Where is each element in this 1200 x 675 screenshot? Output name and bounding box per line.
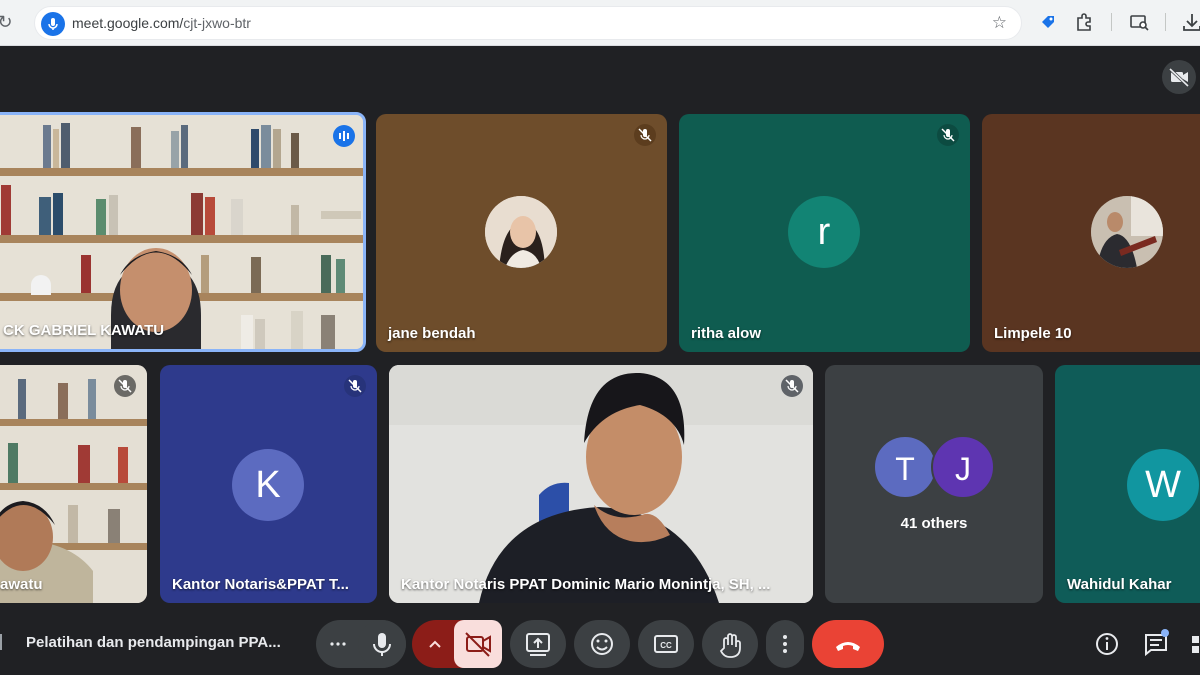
- chevron-up-icon: [429, 640, 441, 648]
- microphone-button[interactable]: [358, 620, 406, 668]
- camera-toggle-button[interactable]: [454, 620, 502, 668]
- meeting-details-button[interactable]: [1091, 628, 1123, 660]
- activities-button[interactable]: [1186, 628, 1200, 660]
- download-icon[interactable]: [1180, 10, 1200, 34]
- meeting-title: Pelatihan dan pendampingan PPA...: [26, 634, 281, 651]
- present-screen-button[interactable]: [510, 620, 566, 668]
- participant-tile-video[interactable]: Kantor Notaris PPAT Dominic Mario Monint…: [389, 365, 813, 603]
- participant-tile[interactable]: Limpele 10: [982, 114, 1200, 352]
- address-bar[interactable]: meet.google.com/cjt-jxwo-btr ☆: [34, 6, 1022, 40]
- muted-mic-icon: [114, 375, 136, 397]
- leave-call-button[interactable]: [812, 620, 884, 668]
- emoji-icon: [591, 633, 613, 655]
- meeting-stage: CK GABRIEL KAWATU jane bendah r ritha al…: [0, 46, 1200, 675]
- more-options-button[interactable]: [766, 620, 804, 668]
- closed-captions-icon: CC: [654, 635, 678, 653]
- reactions-button[interactable]: [574, 620, 630, 668]
- video-options-button[interactable]: [412, 620, 456, 668]
- participant-tile[interactable]: jane bendah: [376, 114, 667, 352]
- speaking-indicator-icon: [333, 125, 355, 147]
- chat-icon: [1145, 629, 1169, 657]
- self-camera-off-icon[interactable]: [1162, 60, 1196, 94]
- extensions-puzzle-icon[interactable]: [1073, 10, 1097, 34]
- activities-icon: [1192, 636, 1199, 653]
- info-icon: [1096, 633, 1118, 655]
- title-divider: [0, 634, 2, 650]
- bookshelf-video-frame: [0, 115, 363, 349]
- participant-name: jane bendah: [388, 325, 476, 342]
- avatar: [485, 196, 557, 268]
- camera-group: [412, 620, 502, 668]
- participant-tile-video[interactable]: CK GABRIEL KAWATU: [0, 112, 366, 352]
- chat-button[interactable]: [1140, 628, 1172, 660]
- others-group-tile[interactable]: T J 41 others: [825, 365, 1043, 603]
- svg-text:CC: CC: [660, 641, 672, 650]
- url-text: meet.google.com/cjt-jxwo-btr: [72, 15, 251, 31]
- participant-name: ritha alow: [691, 325, 762, 342]
- hand-icon: [719, 633, 741, 658]
- muted-mic-icon: [937, 124, 959, 146]
- url-host: meet.google.com/: [72, 15, 184, 31]
- camera-off-icon: [465, 632, 491, 657]
- bookmark-star-icon[interactable]: ☆: [992, 13, 1007, 33]
- avatar: J: [931, 435, 995, 499]
- audio-options-button[interactable]: [316, 620, 360, 668]
- cast-search-icon[interactable]: [1127, 10, 1151, 34]
- participant-video-frame: [389, 365, 813, 603]
- avatar: K: [232, 449, 304, 521]
- participant-name: Kantor Notaris&PPAT T...: [172, 576, 349, 593]
- microphone-group: [316, 620, 406, 668]
- reload-icon[interactable]: ↻: [0, 11, 16, 33]
- participant-name: CK GABRIEL KAWATU: [3, 322, 165, 339]
- avatar: W: [1127, 449, 1199, 521]
- others-count-label: 41 others: [900, 515, 968, 532]
- muted-mic-icon: [781, 375, 803, 397]
- more-vert-icon: [783, 635, 787, 653]
- microphone-icon: [373, 633, 391, 656]
- avatar: r: [788, 196, 860, 268]
- url-path: cjt-jxwo-btr: [183, 15, 251, 31]
- participant-name: Wahidul Kahar: [1067, 576, 1172, 593]
- captions-button[interactable]: CC: [638, 620, 694, 668]
- participant-tile[interactable]: W Wahidul Kahar: [1055, 365, 1200, 603]
- tag-extension-icon[interactable]: [1036, 10, 1060, 34]
- participant-tile[interactable]: r ritha alow: [679, 114, 970, 352]
- participant-name: Limpele 10: [994, 325, 1072, 342]
- avatar: T: [873, 435, 937, 499]
- microphone-permission-icon[interactable]: [41, 12, 65, 36]
- present-screen-icon: [526, 633, 550, 656]
- muted-mic-icon: [344, 375, 366, 397]
- toolbar-divider: [1165, 13, 1166, 31]
- participant-name: Kantor Notaris PPAT Dominic Mario Monint…: [401, 576, 771, 593]
- muted-mic-icon: [634, 124, 656, 146]
- participant-tile-video[interactable]: awatu: [0, 365, 147, 603]
- toolbar-divider: [1111, 13, 1112, 31]
- participant-name: awatu: [0, 576, 43, 593]
- avatar: [1091, 196, 1163, 268]
- bookshelf-video-frame: [0, 365, 147, 603]
- browser-toolbar: ↻ meet.google.com/cjt-jxwo-btr ☆: [0, 0, 1200, 46]
- participant-tile[interactable]: K Kantor Notaris&PPAT T...: [160, 365, 377, 603]
- meeting-controls-bar: Pelatihan dan pendampingan PPA... CC: [0, 612, 1200, 675]
- end-call-icon: [836, 642, 860, 651]
- raise-hand-button[interactable]: [702, 620, 758, 668]
